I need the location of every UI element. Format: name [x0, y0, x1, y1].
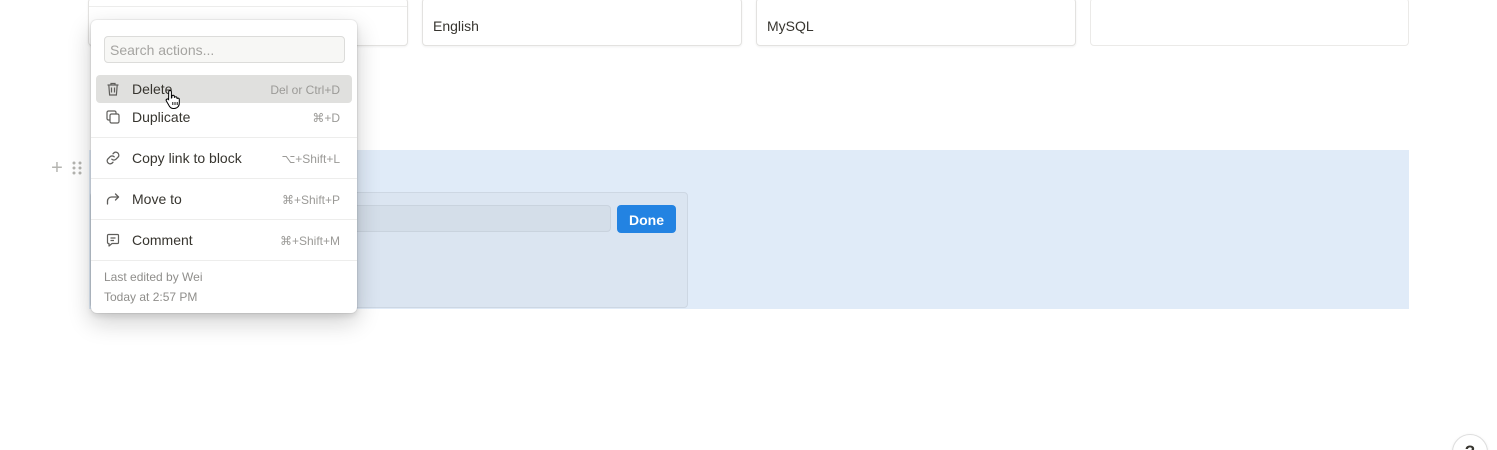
gallery-card-mysql[interactable]: MySQL [756, 0, 1076, 46]
menu-item-delete[interactable]: Delete Del or Ctrl+D [96, 75, 352, 103]
gallery-card-english[interactable]: English [422, 0, 742, 46]
trash-icon [105, 81, 121, 97]
card-title: English [433, 18, 479, 34]
card-divider [89, 6, 407, 7]
menu-divider [91, 137, 357, 138]
menu-item-move-to[interactable]: Move to ⌘+Shift+P [96, 185, 352, 213]
menu-item-shortcut: ⌘+D [312, 111, 340, 125]
menu-item-copy-link[interactable]: Copy link to block ⌥+Shift+L [96, 144, 352, 172]
menu-item-label: Move to [132, 191, 182, 207]
link-icon [105, 150, 121, 166]
menu-divider [91, 219, 357, 220]
menu-item-duplicate[interactable]: Duplicate ⌘+D [96, 103, 352, 131]
hand-pointer-icon [164, 89, 182, 109]
menu-item-shortcut: ⌘+Shift+M [279, 234, 340, 248]
comment-icon [105, 232, 121, 248]
embed-url-input[interactable] [350, 205, 611, 232]
done-button[interactable]: Done [617, 205, 676, 233]
menu-divider [91, 260, 357, 261]
drag-handle-icon[interactable] [71, 160, 83, 176]
help-button[interactable]: ? [1452, 434, 1488, 450]
menu-item-label: Copy link to block [132, 150, 242, 166]
last-edited-time: Today at 2:57 PM [104, 290, 198, 304]
duplicate-icon [105, 109, 121, 125]
last-edited-by: Last edited by Wei [104, 270, 203, 284]
menu-item-label: Comment [132, 232, 193, 248]
menu-item-label: Duplicate [132, 109, 191, 125]
menu-item-shortcut: ⌘+Shift+P [281, 193, 340, 207]
menu-item-shortcut: ⌥+Shift+L [281, 152, 340, 166]
menu-item-comment[interactable]: Comment ⌘+Shift+M [96, 226, 352, 254]
search-actions-input[interactable] [104, 36, 345, 63]
block-actions-menu: Delete Del or Ctrl+D Duplicate ⌘+D Copy … [91, 20, 357, 313]
menu-item-shortcut: Del or Ctrl+D [270, 83, 340, 97]
gallery-card-empty[interactable] [1090, 0, 1409, 46]
card-title: MySQL [767, 18, 814, 34]
menu-divider [91, 178, 357, 179]
add-block-icon[interactable]: + [48, 158, 66, 178]
move-arrow-icon [105, 191, 121, 207]
